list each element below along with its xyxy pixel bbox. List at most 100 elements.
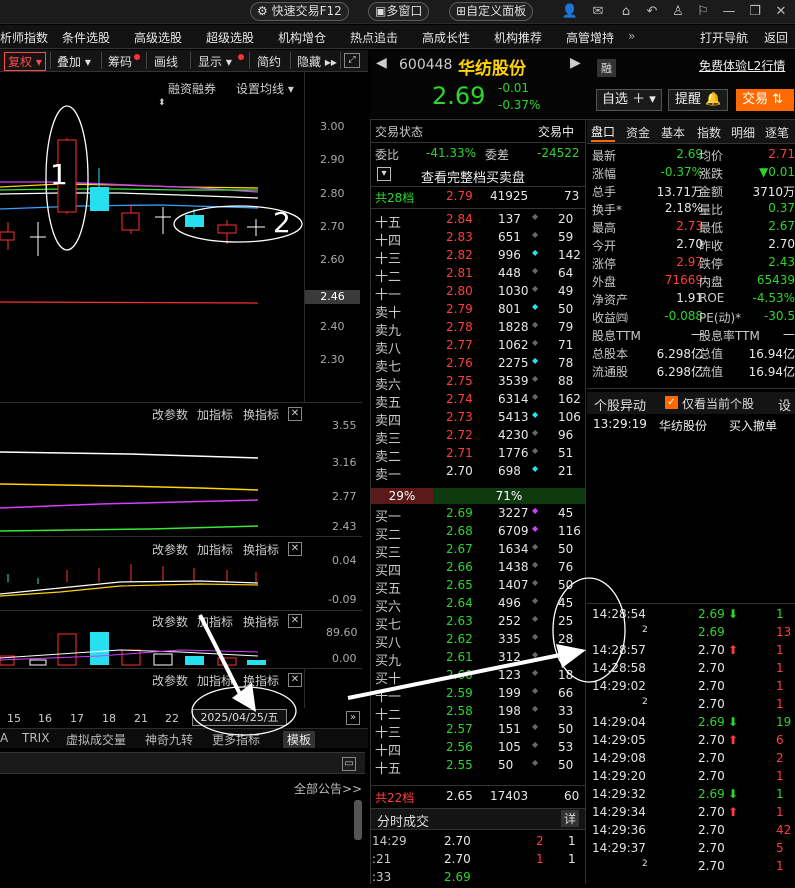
tab-template[interactable]: 模板 xyxy=(283,731,316,748)
ask-volume: 5413 xyxy=(498,410,529,424)
expand-icon[interactable]: ▭ xyxy=(342,757,356,771)
back-icon[interactable]: ↶ xyxy=(643,3,661,21)
ask-count: 50 xyxy=(558,302,574,316)
jianyue-button[interactable]: 简约 xyxy=(257,53,281,70)
yincang-button[interactable]: 隐藏 ▸▸ xyxy=(297,53,337,70)
mail-icon[interactable]: ✉ xyxy=(589,3,607,21)
ma-line-white xyxy=(0,192,259,199)
tab-more-indicators[interactable]: 更多指标 xyxy=(212,731,260,748)
menu-item[interactable]: 热点追击 xyxy=(350,29,398,46)
notify-dot xyxy=(134,54,140,60)
ind1-add-button[interactable]: 加指标 xyxy=(197,406,233,423)
tab-virtual-volume[interactable]: 虚拟成交量 xyxy=(66,731,126,748)
trade-button[interactable]: 交易 ⇅ xyxy=(736,89,794,111)
ask-volume: 3539 xyxy=(498,374,529,388)
close-icon[interactable]: ✕ xyxy=(772,3,790,21)
chouma-button[interactable]: 筹码 xyxy=(108,53,132,70)
tab-td9[interactable]: 神奇九转 xyxy=(145,731,193,748)
trade-volume: 1 xyxy=(776,643,784,657)
tick-count: 1 xyxy=(568,852,576,866)
bid-volume: 6709 xyxy=(498,524,529,538)
bid-price: 2.56 xyxy=(446,740,473,754)
shirt-icon[interactable]: ♙ xyxy=(669,3,687,21)
watchlist-button[interactable]: 自选 ＋ ▾ xyxy=(596,89,662,111)
tab-zhubi[interactable]: 逐笔 xyxy=(765,124,789,141)
ind4-params-button[interactable]: 改参数 xyxy=(152,672,188,689)
tab-mingxi[interactable]: 明细 xyxy=(731,124,755,141)
custom-panel-button[interactable]: ⊞自定义面板 xyxy=(449,2,534,21)
tab-jiben[interactable]: 基本 xyxy=(661,124,685,141)
trade-row: 14:29:02 2.70 1 xyxy=(592,679,795,697)
menu-item[interactable]: 机构推荐 xyxy=(494,29,542,46)
scrollbar[interactable] xyxy=(354,800,362,840)
menu-item[interactable]: 机构增仓 xyxy=(278,29,326,46)
xianshi-button[interactable]: 显示 ▾ xyxy=(198,53,232,70)
restore-icon[interactable]: ❐ xyxy=(746,3,764,21)
bid-row: 买六 2.64 496 ◆ 45 xyxy=(372,596,584,615)
menu-item[interactable]: 高级选股 xyxy=(134,29,182,46)
skin-icon[interactable]: ⚐ xyxy=(694,3,712,21)
bid-row: 买九 2.61 312 ◆ 22 xyxy=(372,650,584,669)
tab-a[interactable]: A xyxy=(0,731,8,745)
menu-item[interactable]: 超级选股 xyxy=(206,29,254,46)
full-order-link[interactable]: 查看完整档买卖盘 xyxy=(421,167,525,186)
expand-icon[interactable]: ▾ xyxy=(377,167,391,181)
close-icon[interactable]: ✕ xyxy=(288,542,302,556)
ind4-add-button[interactable]: 加指标 xyxy=(197,672,233,689)
trade-time: 14:29:20 xyxy=(592,769,646,783)
x-tick: 21 xyxy=(134,712,148,725)
menu-item[interactable]: 高管增持 xyxy=(566,29,614,46)
minimize-icon[interactable]: — xyxy=(720,3,738,21)
trade-time: 14:29:37 xyxy=(592,841,646,855)
tab-trix[interactable]: TRIX xyxy=(22,731,49,745)
tab-pankou[interactable]: 盘口 xyxy=(591,123,616,142)
open-nav-button[interactable]: 打开导航 xyxy=(700,29,748,46)
user-icon[interactable]: 👤 xyxy=(561,3,579,21)
ask-marker-icon: ◆ xyxy=(532,374,539,383)
menu-more-icon[interactable]: » xyxy=(628,29,635,43)
prev-stock-icon[interactable]: ◀ xyxy=(376,55,387,71)
close-icon[interactable]: ✕ xyxy=(288,673,302,687)
l2-trial-link[interactable]: 免费体验L2行情 xyxy=(699,57,785,74)
multi-window-button[interactable]: ▣多窗口 xyxy=(368,2,430,21)
ind1-params-button[interactable]: 改参数 xyxy=(152,406,188,423)
close-icon[interactable]: ✕ xyxy=(288,407,302,421)
quote-label: 跌停 xyxy=(699,257,724,271)
menu-item[interactable]: 条件选股 xyxy=(62,29,110,46)
tab-zhishu[interactable]: 指数 xyxy=(697,124,721,141)
bid-row: 十五 2.55 50 ◆ 50 xyxy=(372,758,584,777)
tab-zijin[interactable]: 资金 xyxy=(626,124,650,141)
ask-level: 卖十 xyxy=(375,306,402,321)
back-button[interactable]: 返回 xyxy=(764,29,788,46)
ask-marker-icon: ◆ xyxy=(532,230,539,239)
ask-marker-icon: ◆ xyxy=(532,428,539,437)
ticks-detail-button[interactable]: 详 xyxy=(561,810,580,827)
price-tick: 2.90 xyxy=(320,153,345,166)
quote-label: 涨幅 xyxy=(592,167,617,181)
scroll-right-icon[interactable]: » xyxy=(346,711,360,725)
bid-marker-icon: ◆ xyxy=(532,758,539,767)
alert-button[interactable]: 提醒 🔔 xyxy=(668,89,729,111)
menu-item[interactable]: 析师指数 xyxy=(0,29,48,46)
title-bar: ⚙ 快速交易F12 ▣多窗口 ⊞自定义面板 👤 ✉ ⌂ ↶ ♙ ⚐ — ❐ ✕ xyxy=(0,0,795,24)
price-tick: 2.70 xyxy=(320,220,345,233)
next-stock-icon[interactable]: ▶ xyxy=(570,55,581,71)
all-notices-link[interactable]: 全部公告>> xyxy=(294,780,362,797)
ind4-switch-button[interactable]: 换指标 xyxy=(243,672,279,689)
home-icon[interactable]: ⌂ xyxy=(617,3,635,21)
ind1-switch-button[interactable]: 换指标 xyxy=(243,406,279,423)
diejia-button[interactable]: 叠加 ▾ xyxy=(57,53,91,70)
yidong-settings-button[interactable]: 设 xyxy=(778,395,791,414)
divider xyxy=(249,52,250,69)
ask-marker-icon: ◆ xyxy=(532,284,539,293)
quote-value: 3710万 xyxy=(752,185,795,199)
ind-line xyxy=(0,451,259,459)
menu-item[interactable]: 高成长性 xyxy=(422,29,470,46)
huaxian-button[interactable]: 画线 xyxy=(154,53,178,70)
fuquan-button[interactable]: 复权 ▾ xyxy=(4,52,46,71)
trade-price: 2.70 xyxy=(698,823,725,837)
quick-trade-button[interactable]: ⚙ 快速交易F12 xyxy=(250,2,349,21)
only-current-checkbox[interactable]: ✓ xyxy=(665,396,678,409)
quote-row: 净资产 1.91 ROE -4.53% xyxy=(592,291,795,309)
fullscreen-icon[interactable]: ⤢ xyxy=(344,53,360,68)
